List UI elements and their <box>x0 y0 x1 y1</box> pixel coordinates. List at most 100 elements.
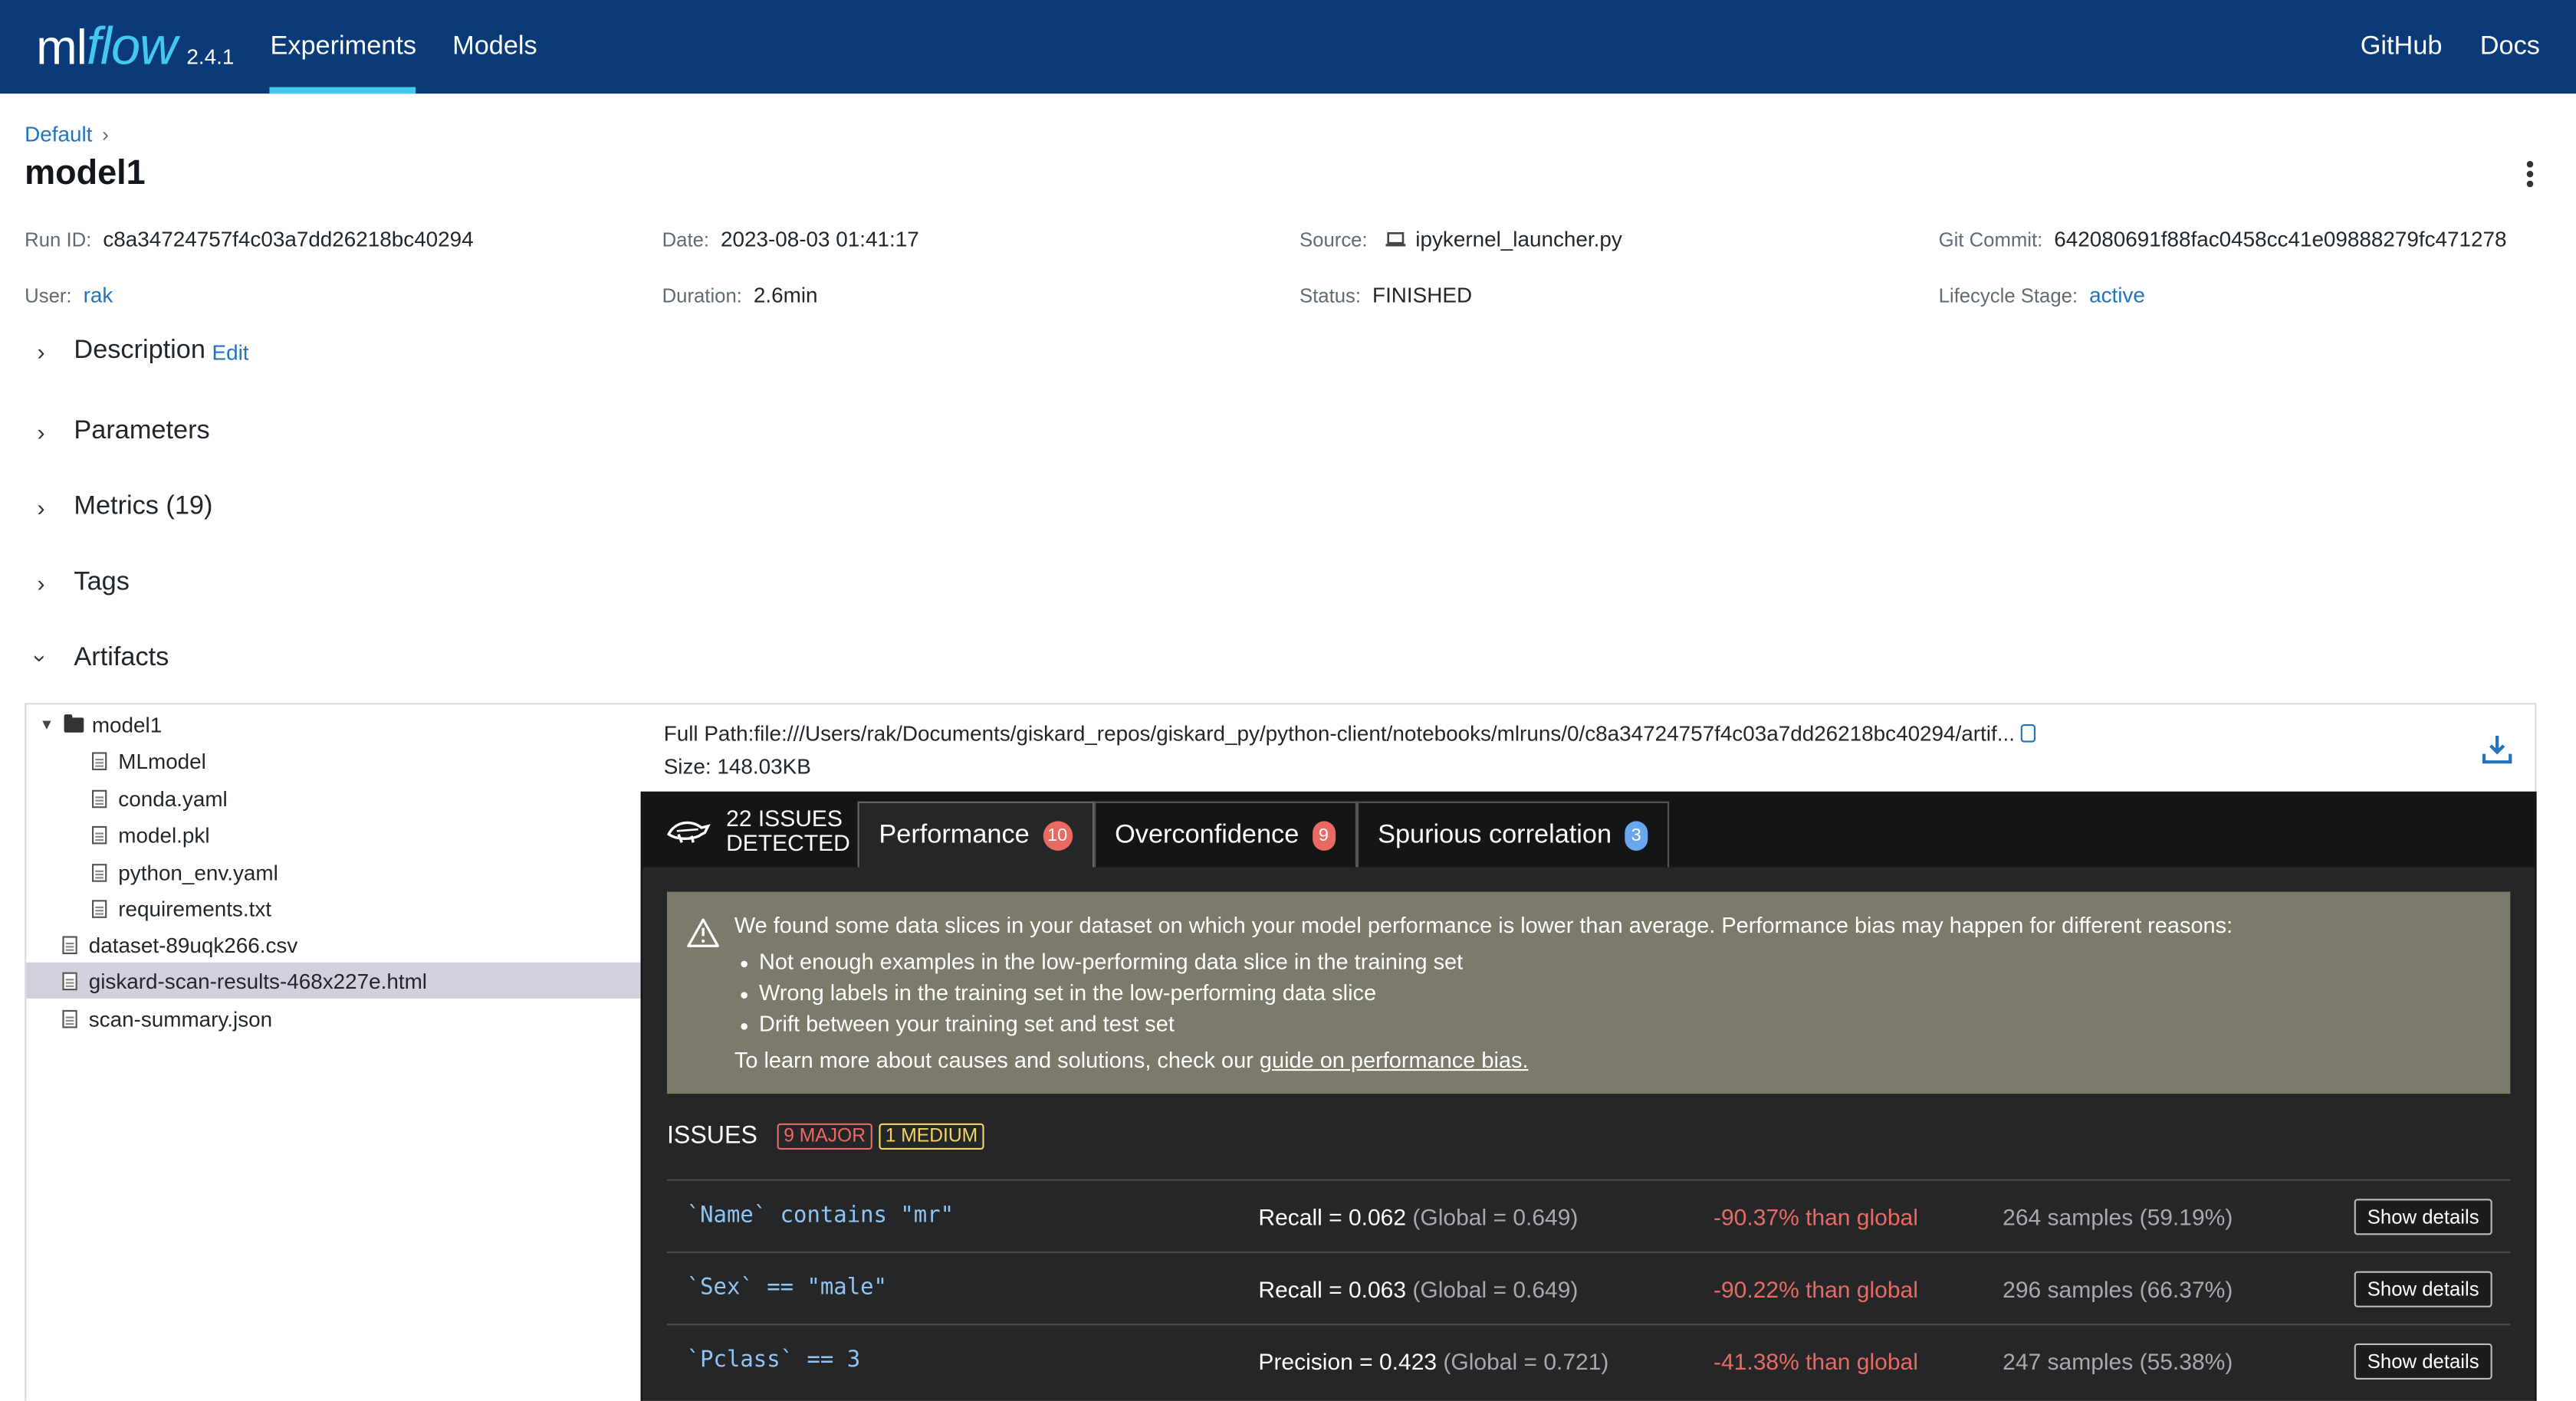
tree-file-label: conda.yaml <box>118 786 228 811</box>
tree-file[interactable]: MLmodel <box>92 743 206 779</box>
show-details-button[interactable]: Show details <box>2354 1271 2492 1307</box>
docs-link[interactable]: Docs <box>2480 32 2540 62</box>
tree-file[interactable]: scan-summary.json <box>62 1000 272 1036</box>
artifact-tree: ▼ model1 MLmodel conda.yaml model.pkl py… <box>26 704 641 1401</box>
issue-samples: 247 samples (55.38%) <box>2003 1348 2233 1375</box>
tree-file-label: scan-summary.json <box>88 1006 273 1031</box>
tree-file[interactable]: python_env.yaml <box>92 854 278 890</box>
more-options-icon[interactable] <box>2526 161 2534 188</box>
section-parameters[interactable]: › Parameters <box>30 417 210 447</box>
issue-slice: `Name` contains "mr" <box>686 1202 955 1229</box>
file-icon <box>92 863 107 881</box>
main-nav: Experiments Models <box>270 0 573 94</box>
nav-experiments[interactable]: Experiments <box>270 0 416 94</box>
metric-global: (Global = 0.649) <box>1412 1203 1579 1230</box>
status-label: Status: <box>1300 284 1362 307</box>
issue-samples: 296 samples (66.37%) <box>2003 1276 2233 1303</box>
breadcrumb: Default › <box>25 122 109 146</box>
date-field: Date: 2023-08-03 01:41:17 <box>662 227 919 251</box>
performance-bias-guide-link[interactable]: guide on performance bias. <box>1260 1048 1529 1072</box>
top-navbar: ml flow 2.4.1 Experiments Models GitHub D… <box>0 0 2576 94</box>
user-field: User: rak <box>25 283 113 307</box>
section-description[interactable]: › Description Edit <box>30 336 249 366</box>
issue-samples: 264 samples (59.19%) <box>2003 1203 2233 1230</box>
section-parameters-title: Parameters <box>74 417 210 445</box>
tree-folder-model1[interactable]: ▼ model1 <box>39 706 162 742</box>
tree-file-label: model.pkl <box>118 822 210 847</box>
nav-models[interactable]: Models <box>452 0 537 94</box>
tab-label: Performance <box>879 820 1030 848</box>
github-link[interactable]: GitHub <box>2361 32 2443 62</box>
warning-intro: We found some data slices in your datase… <box>734 913 2233 938</box>
logo-ml: ml <box>36 21 87 76</box>
tree-file-label: MLmodel <box>118 748 206 773</box>
status-field: Status: FINISHED <box>1300 283 1472 307</box>
issue-metric: Precision = 0.423 (Global = 0.721) <box>1258 1348 1608 1374</box>
header-links: GitHub Docs <box>2322 0 2540 94</box>
tree-file[interactable]: conda.yaml <box>92 780 228 816</box>
tab-count-badge: 10 <box>1042 820 1073 850</box>
tree-file-label: dataset-89uqk266.csv <box>88 932 298 957</box>
date-value: 2023-08-03 01:41:17 <box>721 226 919 251</box>
duration-label: Duration: <box>662 284 742 307</box>
laptop-icon <box>1385 231 1406 247</box>
warning-reason: Drift between your training set and test… <box>741 1012 1463 1043</box>
issue-delta: -41.38% than global <box>1714 1348 1918 1375</box>
section-metrics-title: Metrics (19) <box>74 492 213 521</box>
section-tags[interactable]: › Tags <box>30 568 130 598</box>
caret-down-icon: ▼ <box>39 716 54 733</box>
tree-file-selected[interactable]: giskard-scan-results-468x227e.html <box>26 962 641 999</box>
warning-outro: To learn more about causes and solutions… <box>734 1048 1529 1072</box>
metric-value: Recall = 0.062 <box>1258 1203 1407 1230</box>
status-value: FINISHED <box>1372 282 1473 307</box>
tree-file[interactable]: requirements.txt <box>92 890 271 926</box>
full-path-text: Full Path:file:///Users/rak/Documents/gi… <box>663 720 2015 746</box>
warning-reason: Wrong labels in the training set in the … <box>741 980 1463 1012</box>
tab-performance[interactable]: Performance 10 <box>857 801 1094 868</box>
date-label: Date: <box>662 228 710 251</box>
tab-count-badge: 9 <box>1312 820 1336 850</box>
tab-label: Spurious correlation <box>1378 820 1612 848</box>
section-metrics[interactable]: › Metrics (19) <box>30 493 213 523</box>
run-id-field: Run ID: c8a34724757f4c03a7dd26218bc40294 <box>25 227 474 251</box>
metric-global: (Global = 0.721) <box>1443 1348 1609 1375</box>
copy-icon[interactable] <box>2021 724 2036 743</box>
show-details-button[interactable]: Show details <box>2354 1343 2492 1380</box>
show-details-button[interactable]: Show details <box>2354 1199 2492 1235</box>
tree-file[interactable]: model.pkl <box>92 816 210 852</box>
edit-description-link[interactable]: Edit <box>212 340 248 364</box>
lifecycle-label: Lifecycle Stage: <box>1938 284 2078 307</box>
section-artifacts[interactable]: › Artifacts <box>28 644 169 674</box>
duration-field: Duration: 2.6min <box>662 283 818 307</box>
source-field: Source: ipykernel_launcher.py <box>1300 227 1622 251</box>
warning-reason: Not enough examples in the low-performin… <box>741 950 1463 981</box>
run-id-value: c8a34724757f4c03a7dd26218bc40294 <box>103 226 474 251</box>
user-link[interactable]: rak <box>84 283 113 307</box>
tab-spurious-correlation[interactable]: Spurious correlation 3 <box>1356 801 1670 868</box>
issue-slice: `Sex` == "male" <box>686 1274 887 1301</box>
issue-delta: -90.37% than global <box>1714 1203 1918 1230</box>
chevron-right-icon: › <box>37 494 45 521</box>
issue-row: `Pclass` == 3 Precision = 0.423 (Global … <box>667 1324 2511 1396</box>
git-commit-label: Git Commit: <box>1938 228 2043 251</box>
app-root: ml flow 2.4.1 Experiments Models GitHub D… <box>0 0 2576 1401</box>
giskard-scan-report: 22 ISSUES DETECTED Performance 10 Overco… <box>640 791 2537 1401</box>
scan-tabs: 22 ISSUES DETECTED Performance 10 Overco… <box>642 793 2535 868</box>
artifacts-panel: ▼ model1 MLmodel conda.yaml model.pkl py… <box>25 703 2537 1401</box>
warning-reasons: Not enough examples in the low-performin… <box>741 950 1463 1043</box>
issues-title: ISSUES <box>667 1121 757 1150</box>
issue-row: `Name` contains "mr" Recall = 0.062 (Glo… <box>667 1179 2511 1252</box>
download-icon[interactable] <box>2482 734 2512 764</box>
section-tags-title: Tags <box>74 568 130 596</box>
tab-count-badge: 3 <box>1625 820 1648 850</box>
chevron-right-icon: › <box>37 418 45 445</box>
medium-count-badge: 1 MEDIUM <box>879 1122 984 1149</box>
issues-detected: DETECTED <box>726 828 850 855</box>
tree-file[interactable]: dataset-89uqk266.csv <box>62 927 297 963</box>
file-icon <box>92 789 107 808</box>
tab-overconfidence[interactable]: Overconfidence 9 <box>1093 801 1357 868</box>
mlflow-logo[interactable]: ml flow 2.4.1 <box>36 16 234 94</box>
issue-slice: `Pclass` == 3 <box>686 1347 861 1373</box>
source-value[interactable]: ipykernel_launcher.py <box>1415 227 1622 251</box>
breadcrumb-experiment[interactable]: Default <box>25 122 92 146</box>
